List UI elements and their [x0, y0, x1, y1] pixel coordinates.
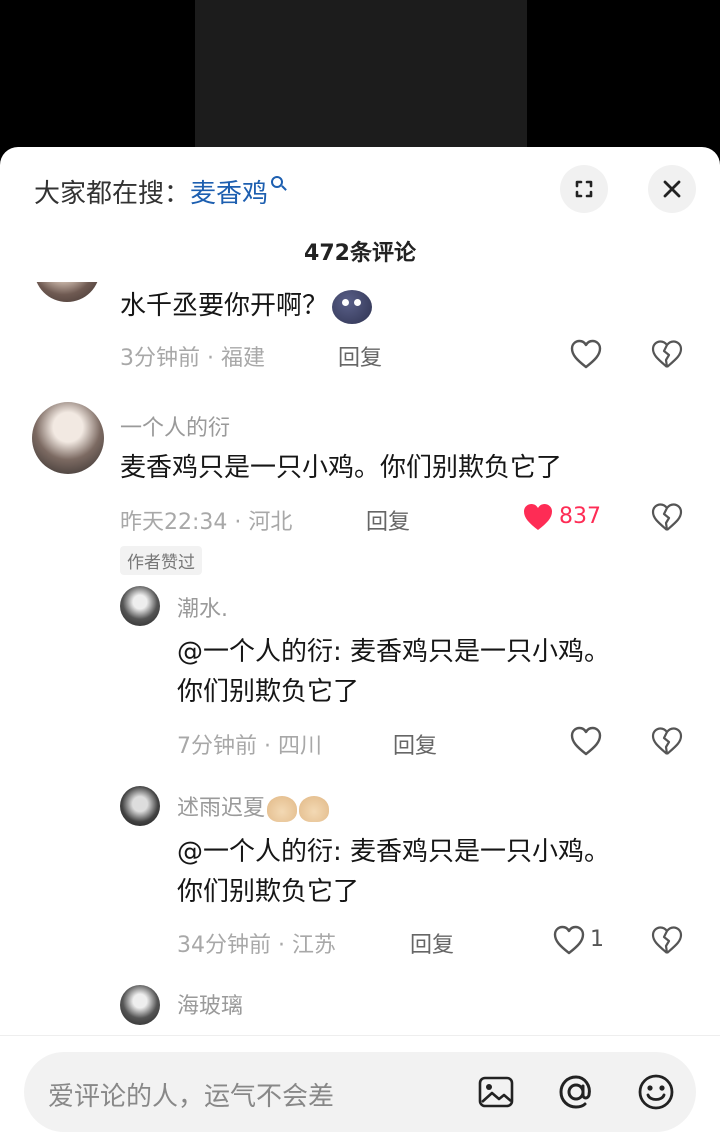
- reply-button[interactable]: 回复: [393, 728, 437, 760]
- comment-meta: 34分钟前 · 江苏: [177, 933, 336, 958]
- reply-button[interactable]: 回复: [410, 927, 454, 959]
- comment-location: 河北: [248, 510, 293, 535]
- comment-location: 四川: [277, 734, 322, 759]
- broken-heart-icon[interactable]: [650, 337, 684, 371]
- comment-input[interactable]: 爱评论的人，运气不会差: [24, 1052, 696, 1132]
- avatar[interactable]: [34, 282, 100, 302]
- avatar[interactable]: [120, 586, 160, 626]
- comment-time: 34分钟前: [177, 933, 271, 958]
- search-suggestion[interactable]: 大家都在搜：麦香鸡: [34, 173, 284, 210]
- close-button[interactable]: [648, 165, 696, 213]
- comment-meta: 3分钟前 · 福建: [120, 346, 265, 371]
- comment-meta: 昨天22:34 · 河北: [120, 510, 293, 535]
- search-icon: [271, 176, 284, 188]
- comment-time: 昨天22:34: [120, 510, 228, 535]
- comment-sheet: 大家都在搜：麦香鸡 472条评论 水千丞要你开啊？ 3分钟前 · 福建 回复 一…: [0, 147, 720, 1147]
- commenter-name[interactable]: 述雨迟夏: [177, 790, 330, 822]
- comment-text-line: @一个人的衍: 麦香鸡只是一只小鸡。: [177, 837, 611, 867]
- comment-meta: 7分钟前 · 四川: [177, 734, 322, 759]
- video-frame: [195, 0, 527, 160]
- avatar[interactable]: [120, 985, 160, 1025]
- commenter-name[interactable]: 潮水.: [177, 591, 228, 623]
- image-icon[interactable]: [474, 1070, 518, 1114]
- emoji-icon[interactable]: [634, 1070, 678, 1114]
- expand-button[interactable]: [560, 165, 608, 213]
- comment-text-line: @一个人的衍: 麦香鸡只是一只小鸡。: [177, 637, 611, 667]
- comment-count: 472条评论: [304, 241, 416, 266]
- moon-emoji: [332, 289, 373, 324]
- broken-heart-icon[interactable]: [650, 923, 684, 957]
- comment-text: 水千丞要你开啊？: [120, 286, 373, 326]
- comment-input-placeholder: 爱评论的人，运气不会差: [48, 1082, 335, 1112]
- comment-location: 福建: [220, 346, 265, 371]
- reply-button[interactable]: 回复: [338, 340, 382, 372]
- comment-time: 3分钟前: [120, 346, 200, 371]
- close-icon: [663, 180, 681, 198]
- video-background: [0, 0, 720, 160]
- search-prefix: 大家都在搜：: [34, 179, 191, 209]
- comment-location: 江苏: [291, 933, 336, 958]
- like-count: 837: [559, 504, 601, 529]
- heart-icon[interactable]: [568, 723, 604, 759]
- heart-filled-icon[interactable]: [520, 499, 556, 535]
- comment-text-line: 你们别欺负它了: [177, 677, 360, 707]
- expand-icon: [575, 180, 593, 198]
- comment-list[interactable]: 水千丞要你开啊？ 3分钟前 · 福建 回复 一个人的衍 麦香鸡只是一只小鸡。你们…: [0, 282, 720, 1035]
- avatar[interactable]: [32, 402, 104, 474]
- reply-button[interactable]: 回复: [366, 504, 410, 536]
- croissant-emoji: [299, 796, 330, 822]
- search-keyword[interactable]: 麦香鸡: [190, 179, 268, 209]
- broken-heart-icon[interactable]: [650, 500, 684, 534]
- divider: [0, 1035, 720, 1036]
- broken-heart-icon[interactable]: [650, 724, 684, 758]
- heart-icon[interactable]: [568, 336, 604, 372]
- like-count: 1: [590, 927, 604, 952]
- heart-icon[interactable]: [551, 922, 587, 958]
- author-liked-badge: 作者赞过: [120, 546, 202, 575]
- avatar[interactable]: [120, 786, 160, 826]
- comment-text: 麦香鸡只是一只小鸡。你们别欺负它了: [120, 453, 563, 483]
- at-icon[interactable]: [554, 1070, 598, 1114]
- comment-time: 7分钟前: [177, 734, 257, 759]
- commenter-name[interactable]: 一个人的衍: [120, 410, 230, 442]
- comment-text-line: 你们别欺负它了: [177, 877, 360, 907]
- commenter-name[interactable]: 海玻璃: [177, 988, 243, 1020]
- croissant-emoji: [267, 796, 298, 822]
